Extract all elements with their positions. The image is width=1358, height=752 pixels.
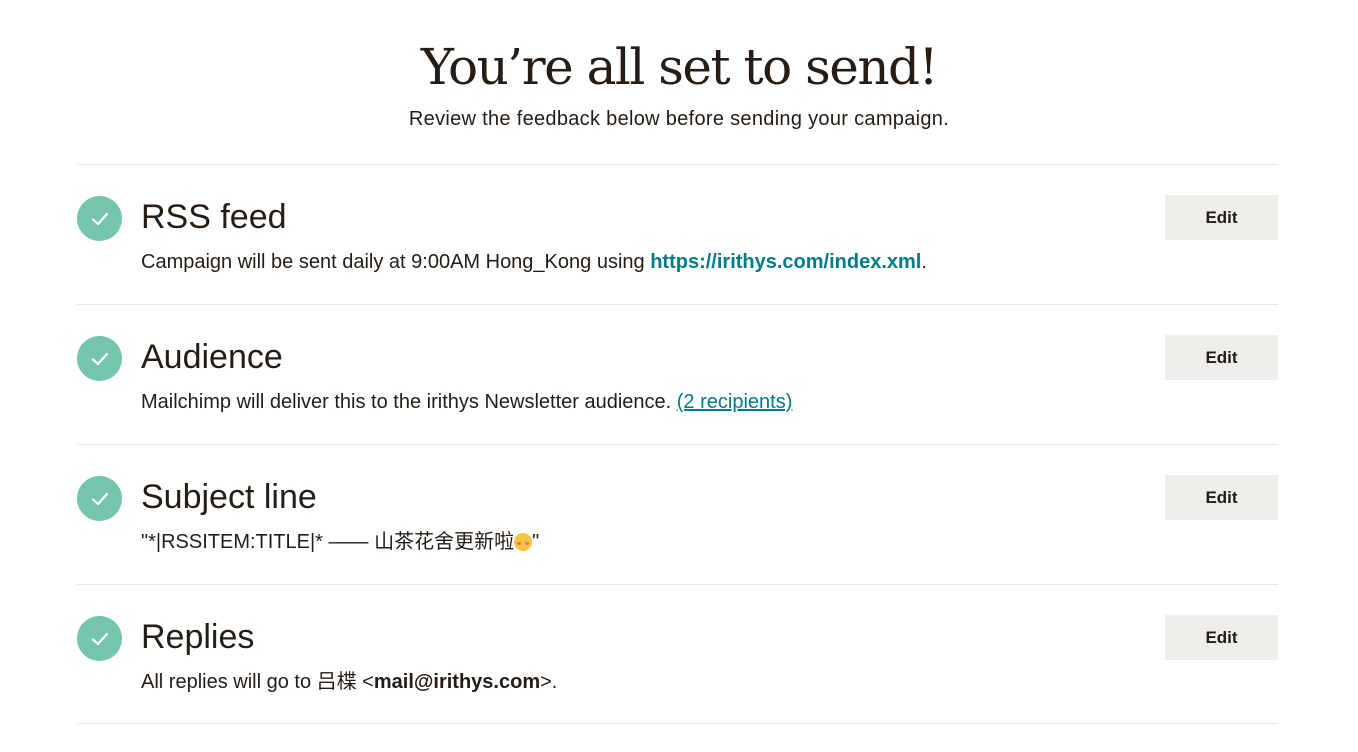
- check-circle-icon: [77, 476, 122, 521]
- audience-desc-text: Mailchimp will deliver this to the irith…: [141, 391, 677, 413]
- check-circle-icon: [77, 616, 122, 661]
- kissing-face-emoji-icon: [514, 533, 533, 551]
- page-subtitle: Review the feedback below before sending…: [408, 108, 950, 130]
- rss-feed-desc-text: Campaign will be sent daily at 9:00AM Ho…: [141, 251, 651, 273]
- replies-desc-end: >.: [540, 671, 558, 693]
- audience-title: Audience: [141, 338, 283, 376]
- rss-feed-title: RSS feed: [141, 198, 287, 236]
- checklist: RSS feed Campaign will be sent daily at …: [77, 164, 1278, 724]
- subject-line-title: Subject line: [141, 478, 317, 516]
- checklist-item-audience: Audience Mailchimp will deliver this to …: [77, 304, 1278, 444]
- edit-audience-button[interactable]: Edit: [1165, 335, 1278, 380]
- reply-email: mail@irithys.com: [373, 671, 541, 693]
- replies-title: Replies: [141, 618, 255, 656]
- rss-feed-url-link[interactable]: https://irithys.com/index.xml: [650, 251, 921, 273]
- subject-line-quote-end: ": [532, 531, 540, 553]
- check-circle-icon: [77, 196, 122, 241]
- edit-rss-feed-button[interactable]: Edit: [1165, 195, 1278, 240]
- rss-feed-desc-end: .: [921, 251, 927, 273]
- subject-line-description: "*|RSSITEM:TITLE|* —— 山茶花舍更新啦 ": [141, 529, 539, 555]
- edit-replies-button[interactable]: Edit: [1165, 615, 1278, 660]
- replies-desc-text: All replies will go to 吕楪 <: [141, 671, 374, 693]
- page-title: You’re all set to send!: [420, 38, 939, 96]
- checklist-item-subject-line: Subject line "*|RSSITEM:TITLE|* —— 山茶花舍更…: [77, 444, 1278, 584]
- replies-description: All replies will go to 吕楪 <mail@irithys.…: [141, 669, 557, 695]
- check-circle-icon: [77, 336, 122, 381]
- rss-feed-description: Campaign will be sent daily at 9:00AM Ho…: [141, 249, 927, 275]
- recipients-link[interactable]: (2 recipients): [677, 391, 793, 413]
- subject-line-text: "*|RSSITEM:TITLE|* —— 山茶花舍更新啦: [141, 531, 515, 553]
- edit-subject-line-button[interactable]: Edit: [1165, 475, 1278, 520]
- review-page: You’re all set to send! Review the feedb…: [0, 0, 1358, 752]
- checklist-item-rss-feed: RSS feed Campaign will be sent daily at …: [77, 164, 1278, 304]
- checklist-item-replies: Replies All replies will go to 吕楪 <mail@…: [77, 584, 1278, 724]
- hero: You’re all set to send! Review the feedb…: [0, 0, 1358, 132]
- audience-description: Mailchimp will deliver this to the irith…: [141, 389, 792, 415]
